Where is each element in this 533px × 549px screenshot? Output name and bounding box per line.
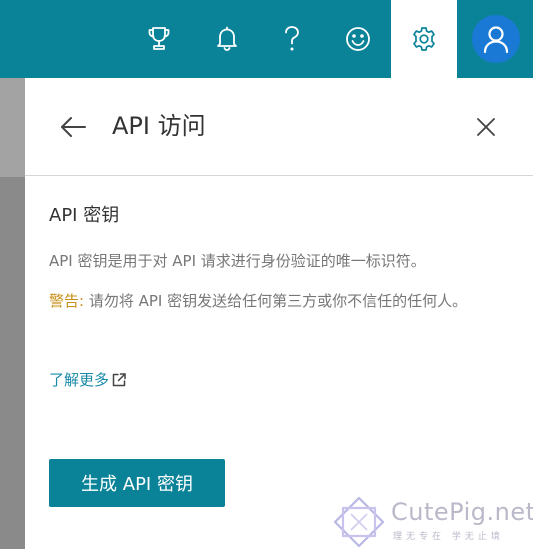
panel-title: API 访问 — [112, 112, 206, 140]
avatar — [472, 15, 520, 63]
arrow-left-icon — [61, 117, 86, 137]
smiley-icon — [346, 27, 370, 51]
app-window: API 访问 API 密钥 API 密钥是用于对 API 请求进行身份验证的唯一… — [0, 0, 533, 549]
trophy-icon — [148, 27, 170, 50]
back-button[interactable] — [55, 112, 91, 142]
help-button[interactable] — [259, 0, 325, 78]
top-bar — [0, 0, 533, 78]
warning-message: 警告: 请勿将 API 密钥发送给任何第三方或你不信任的任何人。 — [49, 288, 509, 314]
user-icon — [483, 26, 509, 53]
account-button[interactable] — [463, 0, 529, 78]
api-access-panel: API 访问 API 密钥 API 密钥是用于对 API 请求进行身份验证的唯一… — [25, 78, 533, 549]
section-title: API 密钥 — [49, 205, 120, 226]
generate-api-key-button[interactable]: 生成 API 密钥 — [49, 459, 225, 507]
external-link-icon — [112, 373, 126, 387]
learn-more-link[interactable]: 了解更多 — [49, 368, 127, 392]
bell-icon — [217, 26, 237, 51]
learn-more-label: 了解更多 — [49, 371, 110, 389]
help-icon — [285, 26, 299, 51]
warning-text: 请勿将 API 密钥发送给任何第三方或你不信任的任何人。 — [84, 292, 468, 310]
close-button[interactable] — [473, 114, 499, 140]
api-key-description: API 密钥是用于对 API 请求进行身份验证的唯一标识符。 — [49, 252, 426, 270]
warning-label: 警告: — [49, 292, 85, 310]
close-icon — [477, 118, 495, 136]
trophy-button[interactable] — [126, 0, 192, 78]
panel-header: API 访问 — [25, 78, 533, 176]
settings-button[interactable] — [391, 0, 457, 78]
notifications-button[interactable] — [194, 0, 260, 78]
gear-icon — [413, 27, 435, 51]
feedback-button[interactable] — [325, 0, 391, 78]
page-backdrop-header — [0, 78, 25, 177]
